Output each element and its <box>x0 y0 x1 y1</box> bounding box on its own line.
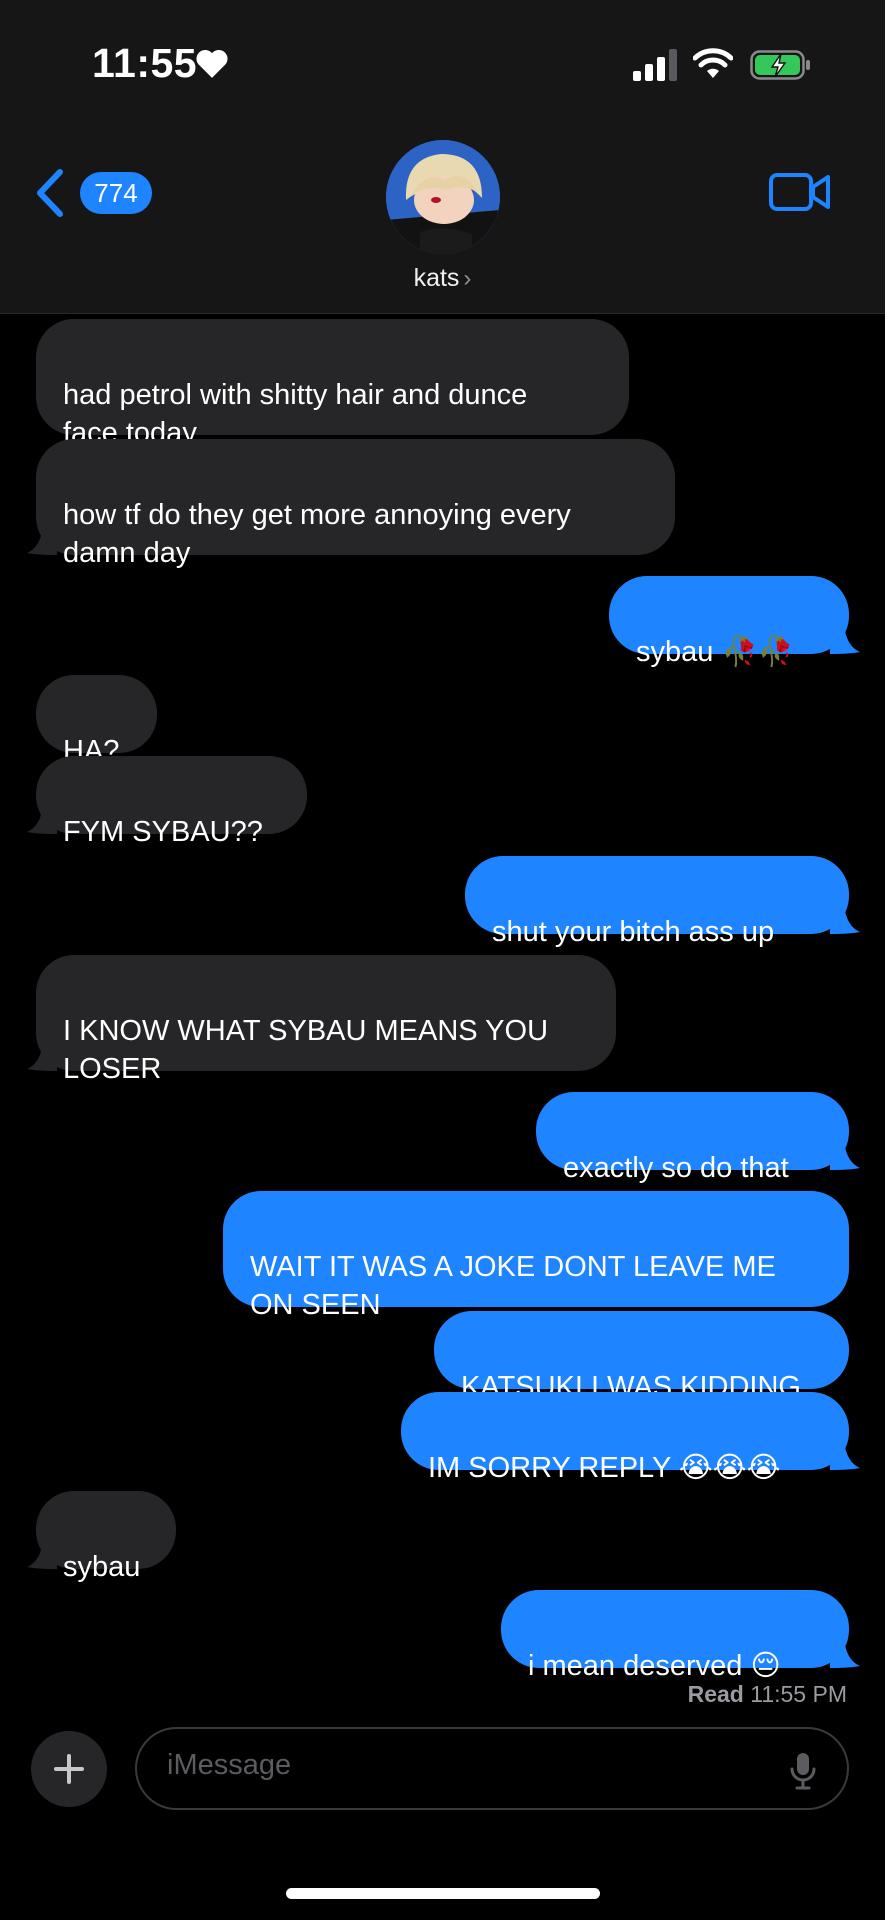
message-input-placeholder: iMessage <box>167 1749 292 1781</box>
message-bubble-outgoing[interactable]: WAIT IT WAS A JOKE DONT LEAVE ME ON SEEN <box>223 1191 849 1321</box>
message-bubble-outgoing[interactable]: i mean deserved 😔 <box>501 1590 860 1682</box>
contact-name-label: kats <box>413 264 460 292</box>
message-text: i mean deserved 😔 <box>528 1650 781 1682</box>
message-bubble-outgoing[interactable]: IM SORRY REPLY 😭😭😭 <box>401 1392 860 1484</box>
read-receipt: Read 11:55 PM <box>688 1681 847 1708</box>
message-bubble-incoming[interactable]: HA? <box>36 675 157 767</box>
message-bubble-outgoing[interactable]: sybau 🥀🥀 <box>609 576 860 668</box>
bubble-tail <box>27 1041 57 1071</box>
message-text: sybau <box>63 1551 141 1583</box>
message-text: how tf do they get more annoying every d… <box>63 499 571 569</box>
bubble-tail <box>830 1638 860 1668</box>
bubble-tail <box>27 1539 57 1569</box>
cellular-signal-icon <box>633 49 677 81</box>
message-bubble-outgoing[interactable]: KATSUKI I WAS KIDDING <box>434 1311 849 1403</box>
add-attachment-button[interactable] <box>31 1731 107 1807</box>
message-input[interactable]: iMessage <box>135 1727 849 1810</box>
status-time: 11:55 <box>92 40 198 86</box>
battery-charging-icon <box>750 50 810 80</box>
message-bubble-incoming[interactable]: sybau <box>27 1491 176 1583</box>
message-text: exactly so do that <box>563 1152 789 1184</box>
avatar[interactable] <box>386 140 500 254</box>
unread-count-badge[interactable]: 774 <box>80 172 152 214</box>
video-camera-icon[interactable] <box>768 168 832 216</box>
bubble-tail <box>830 1440 860 1470</box>
read-receipt-time: 11:55 PM <box>750 1681 847 1707</box>
message-text: sybau 🥀🥀 <box>636 636 794 668</box>
message-bubble-incoming[interactable]: how tf do they get more annoying every d… <box>27 439 675 569</box>
conversation-header: 11:55 774 kats › <box>0 0 885 314</box>
heart-icon <box>196 49 228 78</box>
message-bubble-outgoing[interactable]: shut your bitch ass up <box>465 856 860 948</box>
plus-icon <box>54 1754 84 1784</box>
bubble-tail <box>27 525 57 555</box>
bubble-tail <box>830 1140 860 1170</box>
bubble-tail <box>830 904 860 934</box>
message-bubble-incoming[interactable]: I KNOW WHAT SYBAU MEANS YOU LOSER <box>27 955 616 1085</box>
message-bubble-incoming[interactable]: FYM SYBAU?? <box>27 756 307 848</box>
message-bubble-incoming[interactable]: had petrol with shitty hair and dunce fa… <box>36 319 629 449</box>
chevron-left-icon[interactable] <box>34 168 66 218</box>
message-text: I KNOW WHAT SYBAU MEANS YOU LOSER <box>63 1015 549 1085</box>
wifi-icon <box>693 48 733 78</box>
message-bubble-outgoing[interactable]: exactly so do that <box>536 1092 860 1184</box>
microphone-icon[interactable] <box>789 1751 817 1791</box>
bubble-tail <box>830 624 860 654</box>
message-text: shut your bitch ass up <box>492 916 775 948</box>
contact-name[interactable]: kats › <box>0 264 885 293</box>
bubble-tail <box>27 804 57 834</box>
message-thread[interactable]: had petrol with shitty hair and dunce fa… <box>0 313 885 1713</box>
read-receipt-label: Read <box>687 1681 744 1707</box>
home-indicator[interactable] <box>286 1888 600 1899</box>
message-text: FYM SYBAU?? <box>63 816 263 848</box>
chevron-right-icon: › <box>463 265 472 292</box>
message-text: IM SORRY REPLY 😭😭😭 <box>428 1452 781 1484</box>
avatar-image <box>386 140 500 254</box>
